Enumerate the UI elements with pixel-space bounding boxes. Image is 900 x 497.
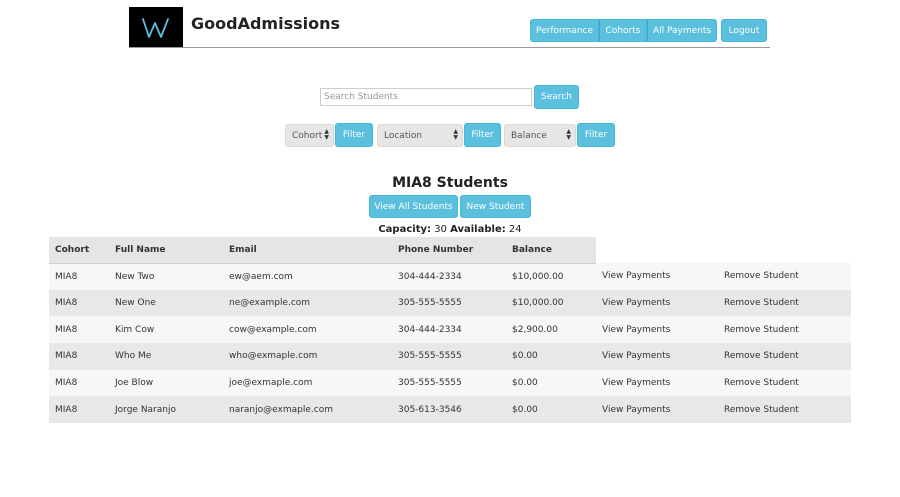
view-payments-link[interactable]: View Payments <box>596 369 718 397</box>
cell-phone: 304-444-2334 <box>392 316 506 344</box>
logout-button[interactable]: Logout <box>721 19 767 42</box>
cell-cohort: MIA8 <box>49 316 109 344</box>
col-header-balance: Balance <box>506 237 596 264</box>
table-row: MIA8 Kim Cow cow@example.com 304-444-233… <box>49 316 851 344</box>
cell-balance: $0.00 <box>506 369 596 397</box>
cell-phone: 305-555-5555 <box>392 343 506 370</box>
cell-phone: 305-555-5555 <box>392 369 506 397</box>
cell-balance: $2,900.00 <box>506 316 596 344</box>
view-payments-link[interactable]: View Payments <box>596 289 718 317</box>
col-header-remove <box>718 237 851 263</box>
table-row: MIA8 New One ne@example.com 305-555-5555… <box>49 289 851 317</box>
select-arrows-icon: ▲ ▼ <box>453 128 458 141</box>
search-button[interactable]: Search <box>534 85 579 109</box>
view-payments-link[interactable]: View Payments <box>596 343 718 370</box>
remove-student-link[interactable]: Remove Student <box>718 289 851 317</box>
cell-cohort: MIA8 <box>49 396 109 424</box>
cell-name: Kim Cow <box>109 316 223 344</box>
cell-email: cow@example.com <box>223 316 392 344</box>
capacity-label: Capacity: <box>378 224 431 235</box>
nav-all-payments-button[interactable]: All Payments <box>647 19 717 42</box>
cell-name: New Two <box>109 263 223 290</box>
location-filter-button[interactable]: Filter <box>464 123 501 147</box>
available-label: Available: <box>450 224 506 235</box>
location-select[interactable]: Location ▲ ▼ <box>377 124 463 147</box>
select-arrows-icon: ▲ ▼ <box>324 128 329 141</box>
balance-select[interactable]: Balance ▲ ▼ <box>504 124 576 147</box>
cell-balance: $0.00 <box>506 396 596 424</box>
remove-student-link[interactable]: Remove Student <box>718 343 851 370</box>
cell-name: Joe Blow <box>109 369 223 397</box>
table-row: MIA8 Jorge Naranjo naranjo@exmaple.com 3… <box>49 396 851 424</box>
cohort-select[interactable]: Cohort ▲ ▼ <box>285 124 334 147</box>
cell-name: Jorge Naranjo <box>109 396 223 424</box>
students-table: Cohort Full Name Email Phone Number Bala… <box>49 237 851 424</box>
cell-cohort: MIA8 <box>49 289 109 317</box>
select-arrows-icon: ▲ ▼ <box>566 128 571 141</box>
search-input[interactable]: Search Students <box>320 88 532 106</box>
capacity-summary: Capacity: 30 Available: 24 <box>0 224 900 235</box>
cell-cohort: MIA8 <box>49 263 109 290</box>
cohort-filter-button[interactable]: Filter <box>335 123 373 147</box>
remove-student-link[interactable]: Remove Student <box>718 316 851 344</box>
cell-cohort: MIA8 <box>49 369 109 397</box>
capacity-value: 30 <box>434 224 447 235</box>
cell-phone: 305-555-5555 <box>392 289 506 317</box>
location-select-value: Location <box>384 130 423 141</box>
view-all-students-button[interactable]: View All Students <box>369 195 458 218</box>
view-payments-link[interactable]: View Payments <box>596 396 718 424</box>
view-payments-link[interactable]: View Payments <box>596 316 718 344</box>
remove-student-link[interactable]: Remove Student <box>718 396 851 424</box>
col-header-full-name: Full Name <box>109 237 223 264</box>
remove-student-link[interactable]: Remove Student <box>718 263 851 290</box>
col-header-phone: Phone Number <box>392 237 506 264</box>
header-divider <box>129 47 770 48</box>
cell-balance: $0.00 <box>506 343 596 370</box>
remove-student-link[interactable]: Remove Student <box>718 369 851 397</box>
cohort-select-value: Cohort <box>292 130 323 141</box>
balance-filter-button[interactable]: Filter <box>577 123 615 147</box>
table-header-row: Cohort Full Name Email Phone Number Bala… <box>49 237 851 264</box>
table-row: MIA8 New Two ew@aem.com 304-444-2334 $10… <box>49 263 851 290</box>
logo-w-icon <box>142 17 169 38</box>
cell-cohort: MIA8 <box>49 343 109 370</box>
available-value: 24 <box>508 224 522 235</box>
cell-phone: 304-444-2334 <box>392 263 506 290</box>
cell-email: ew@aem.com <box>223 263 392 290</box>
cell-name: New One <box>109 289 223 317</box>
cell-email: who@exmaple.com <box>223 343 392 370</box>
table-row: MIA8 Joe Blow joe@exmaple.com 305-555-55… <box>49 369 851 397</box>
nav-cohorts-button[interactable]: Cohorts <box>599 19 647 42</box>
new-student-button[interactable]: New Student <box>460 195 531 218</box>
cell-email: joe@exmaple.com <box>223 369 392 397</box>
col-header-cohort: Cohort <box>49 237 109 264</box>
main-nav: Performance Cohorts All Payments <box>530 19 717 42</box>
cell-balance: $10,000.00 <box>506 263 596 290</box>
nav-performance-button[interactable]: Performance <box>530 19 599 42</box>
view-payments-link[interactable]: View Payments <box>596 263 718 290</box>
section-title: MIA8 Students <box>392 175 508 191</box>
app-logo[interactable] <box>129 7 183 48</box>
table-row: MIA8 Who Me who@exmaple.com 305-555-5555… <box>49 343 851 370</box>
balance-select-value: Balance <box>511 130 547 141</box>
cell-name: Who Me <box>109 343 223 370</box>
cell-balance: $10,000.00 <box>506 289 596 317</box>
app-title: GoodAdmissions <box>191 14 340 33</box>
col-header-view <box>596 237 718 263</box>
col-header-email: Email <box>223 237 392 264</box>
cell-email: ne@example.com <box>223 289 392 317</box>
cell-email: naranjo@exmaple.com <box>223 396 392 424</box>
cell-phone: 305-613-3546 <box>392 396 506 424</box>
